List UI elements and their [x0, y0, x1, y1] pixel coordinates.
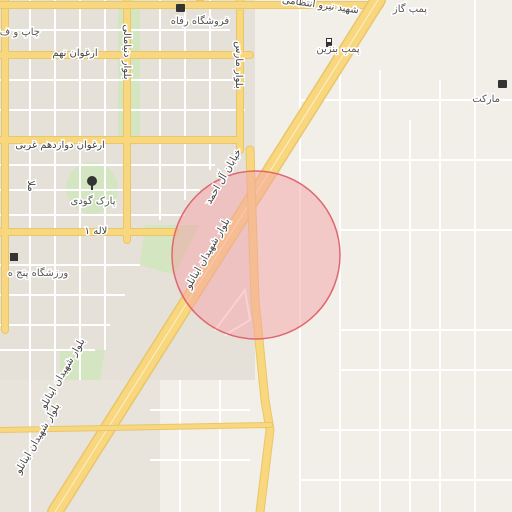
label-chap: چاپ و ف [0, 27, 40, 38]
south-block [0, 380, 160, 512]
label-pomp-benzin: پمپ بنزین [316, 44, 359, 55]
map-view[interactable]: چاپ و ف فروشگاه رفاه شهید نیرو انتظامی پ… [0, 0, 512, 512]
label-arghavan-noh: ارغوان نهم [52, 48, 97, 59]
map-canvas[interactable]: چاپ و ف فروشگاه رفاه شهید نیرو انتظامی پ… [0, 0, 512, 512]
label-varzeshgah: ورزشگاه پنج ه [8, 267, 69, 279]
label-park-goodi: پارک گودی [71, 195, 116, 207]
label-market: مارکت [472, 94, 500, 105]
label-mola: ملا [25, 180, 36, 191]
label-forooshgah: فروشگاه رفاه [171, 15, 230, 27]
label-arghavan-12: ارغوان دوازدهم غربی [15, 140, 105, 151]
label-lale1: لاله ۱ [85, 226, 108, 237]
label-bolvar-mares: بلوار مارس [233, 41, 244, 89]
stadium-icon[interactable] [10, 253, 18, 261]
shopping-cart-icon-market[interactable] [498, 80, 507, 88]
search-radius-circle[interactable] [171, 170, 341, 340]
label-pomp-gaz: پمپ گاز [392, 3, 427, 15]
label-bolvar-denyamali: بلوار دنیامالی [121, 24, 132, 79]
shopping-cart-icon[interactable] [176, 4, 185, 12]
